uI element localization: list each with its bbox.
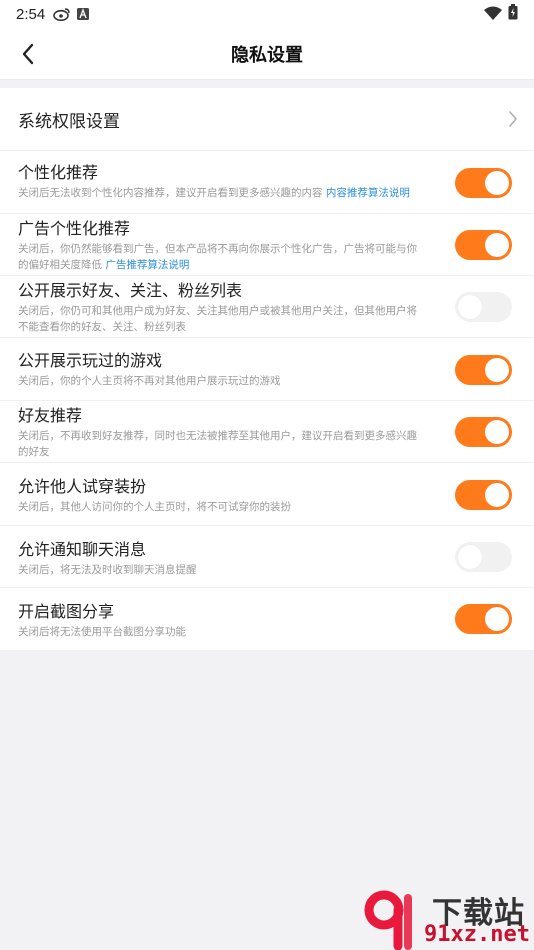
switch-knob bbox=[485, 358, 509, 382]
toggle-description: 关闭后无法收到个性化内容推荐，建议开启看到更多感兴趣的内容 内容推荐算法说明 bbox=[18, 187, 410, 199]
switch-knob bbox=[485, 483, 509, 507]
switch-knob bbox=[458, 295, 482, 319]
switch-knob bbox=[485, 420, 509, 444]
toggle-row: 公开展示好友、关注、粉丝列表 关闭后，你仍可和其他用户成为好友、关注其他用户或被… bbox=[0, 276, 534, 338]
personalized-recommend-switch[interactable] bbox=[455, 168, 512, 198]
chevron-right-icon bbox=[508, 110, 518, 132]
try-outfit-switch[interactable] bbox=[455, 480, 512, 510]
toggle-label: 允许他人试穿装扮 bbox=[18, 477, 147, 496]
chevron-left-icon bbox=[22, 43, 34, 65]
friend-recommend-switch[interactable] bbox=[455, 417, 512, 447]
toggle-description: 关闭后，你的个人主页将不再对其他用户展示玩过的游戏 bbox=[18, 375, 281, 387]
toggle-label: 开启截图分享 bbox=[18, 602, 115, 621]
toggle-row: 广告个性化推荐 关闭后，你仍然能够看到广告，但本产品将不再向你展示个性化广告，广… bbox=[0, 214, 534, 276]
toggle-label: 广告个性化推荐 bbox=[18, 219, 131, 238]
system-permission-row[interactable]: 系统权限设置 bbox=[0, 88, 534, 151]
toggle-label: 公开展示好友、关注、粉丝列表 bbox=[18, 281, 243, 300]
watermark-logo-icon bbox=[364, 890, 412, 950]
screen: 2:54 隐私设置 系统权限设置 个性化推荐 关闭后无法收到个性化内容推荐，建议… bbox=[0, 0, 534, 950]
wifi-icon bbox=[484, 5, 502, 24]
switch-knob bbox=[485, 171, 509, 195]
toggle-description: 关闭后，不再收到好友推荐，同时也无法被推荐至其他用户，建议开启看到更多感兴趣的好… bbox=[18, 430, 417, 458]
toggle-row: 允许他人试穿装扮 关闭后，其他人访问你的个人主页时，将不可试穿你的装扮 bbox=[0, 463, 534, 526]
toggle-label: 好友推荐 bbox=[18, 406, 83, 425]
public-friends-list-switch[interactable] bbox=[455, 292, 512, 322]
toggle-description: 关闭后，将无法及时收到聊天消息提醒 bbox=[18, 564, 197, 576]
watermark-text-url: 91xz.net bbox=[424, 922, 530, 947]
page-title: 隐私设置 bbox=[231, 44, 303, 66]
status-time: 2:54 bbox=[16, 5, 46, 23]
toggle-row: 个性化推荐 关闭后无法收到个性化内容推荐，建议开启看到更多感兴趣的内容 内容推荐… bbox=[0, 151, 534, 214]
settings-list: 系统权限设置 个性化推荐 关闭后无法收到个性化内容推荐，建议开启看到更多感兴趣的… bbox=[0, 88, 534, 650]
back-button[interactable] bbox=[10, 36, 46, 72]
ad-personalized-switch[interactable] bbox=[455, 230, 512, 260]
app-a-icon bbox=[77, 8, 90, 20]
status-right bbox=[484, 4, 518, 24]
toggle-description: 关闭后，你仍然能够看到广告，但本产品将不再向你展示个性化广告，广告将可能与你的偏… bbox=[18, 243, 417, 271]
screenshot-share-switch[interactable] bbox=[455, 604, 512, 634]
toggle-label: 允许通知聊天消息 bbox=[18, 540, 147, 559]
toggle-description: 关闭后，其他人访问你的个人主页时，将不可试穿你的装扮 bbox=[18, 501, 291, 513]
toggle-row: 开启截图分享 关闭后将无法使用平台截图分享功能 bbox=[0, 588, 534, 650]
toggle-row: 好友推荐 关闭后，不再收到好友推荐，同时也无法被推荐至其他用户，建议开启看到更多… bbox=[0, 401, 534, 463]
public-games-switch[interactable] bbox=[455, 355, 512, 385]
toggle-label: 公开展示玩过的游戏 bbox=[18, 351, 163, 370]
toggle-description: 关闭后将无法使用平台截图分享功能 bbox=[18, 626, 186, 638]
toggle-description: 关闭后，你仍可和其他用户成为好友、关注其他用户或被其他用户关注，但其他用户将不能… bbox=[18, 305, 417, 333]
status-bar: 2:54 bbox=[0, 0, 534, 28]
system-permission-label: 系统权限设置 bbox=[18, 111, 120, 132]
switch-knob bbox=[458, 545, 482, 569]
chat-notify-switch[interactable] bbox=[455, 542, 512, 572]
ad-algorithm-link[interactable]: 广告推荐算法说明 bbox=[105, 259, 189, 271]
switch-knob bbox=[485, 233, 509, 257]
weibo-icon bbox=[53, 7, 71, 21]
header: 隐私设置 bbox=[0, 28, 534, 80]
watermark: 下载站 91xz.net bbox=[362, 888, 534, 950]
toggle-row: 公开展示玩过的游戏 关闭后，你的个人主页将不再对其他用户展示玩过的游戏 bbox=[0, 338, 534, 401]
toggle-row: 允许通知聊天消息 关闭后，将无法及时收到聊天消息提醒 bbox=[0, 526, 534, 588]
battery-icon bbox=[508, 4, 518, 24]
switch-knob bbox=[485, 607, 509, 631]
toggle-label: 个性化推荐 bbox=[18, 163, 99, 182]
content-algorithm-link[interactable]: 内容推荐算法说明 bbox=[326, 187, 410, 199]
